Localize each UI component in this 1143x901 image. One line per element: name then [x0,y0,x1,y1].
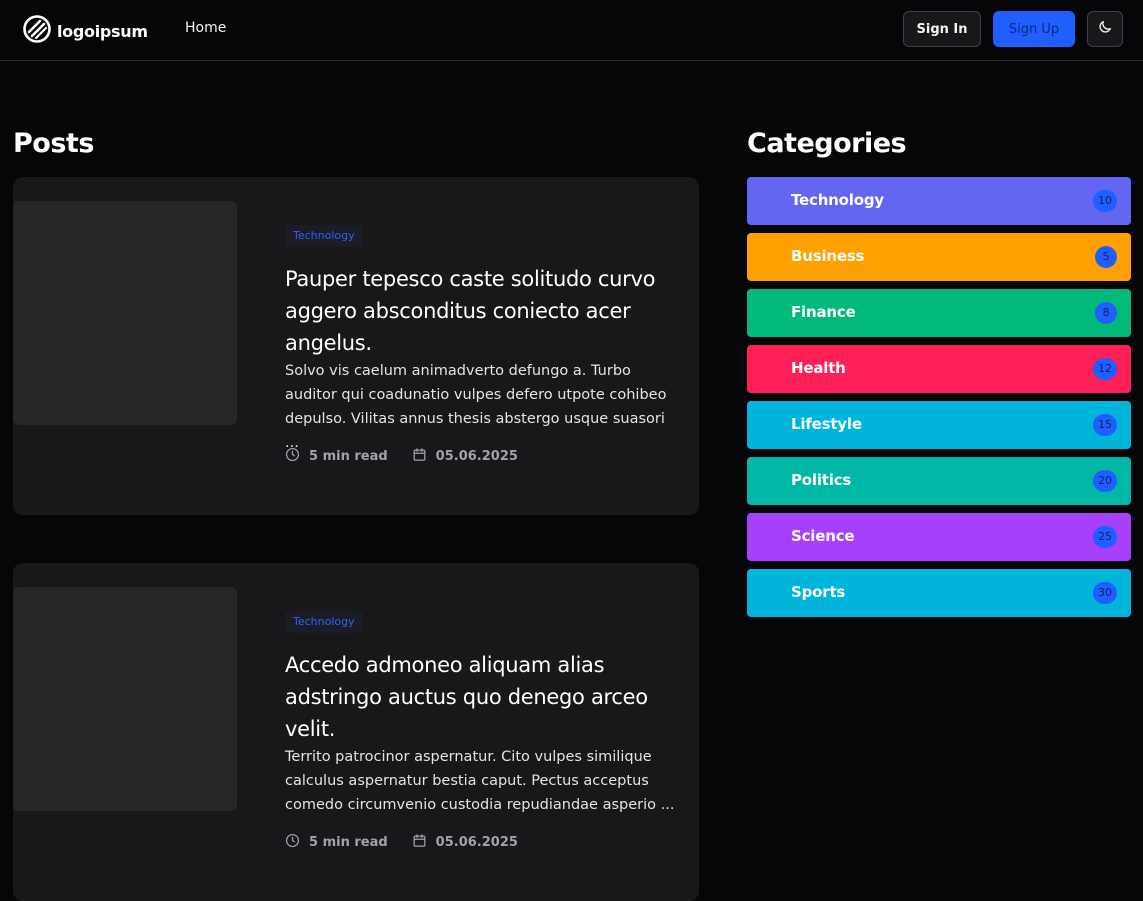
post-card[interactable]: Technology Pauper tepesco caste solitudo… [13,177,699,515]
calendar-icon [412,447,436,466]
read-time: 5 min read [309,449,388,464]
category-count-badge: 15 [1093,414,1117,436]
sign-in-button[interactable]: Sign In [903,11,981,47]
category-item-science[interactable]: Science 25 [747,513,1131,561]
moon-icon [1097,19,1113,39]
category-count-badge: 20 [1093,470,1117,492]
category-label: Sports [791,583,846,601]
category-label: Finance [791,303,856,321]
post-title[interactable]: Pauper tepesco caste solitudo curvo agge… [285,263,675,359]
post-title[interactable]: Accedo admoneo aliquam alias adstringo a… [285,649,675,745]
category-item-health[interactable]: Health 12 [747,345,1131,393]
logo-text: logoipsum [57,21,148,41]
category-label: Health [791,359,846,377]
post-date: 05.06.2025 [435,835,518,850]
category-item-finance[interactable]: Finance 8 [747,289,1131,337]
category-item-technology[interactable]: Technology 10 [747,177,1131,225]
category-item-politics[interactable]: Politics 20 [747,457,1131,505]
category-count-badge: 12 [1093,358,1117,380]
category-label: Science [791,527,855,545]
category-item-sports[interactable]: Sports 30 [747,569,1131,617]
sign-up-button[interactable]: Sign Up [993,11,1075,47]
category-count-badge: 5 [1095,246,1117,268]
post-thumbnail[interactable] [13,587,237,811]
post-meta: 5 min read 05.06.2025 [285,447,518,466]
category-label: Politics [791,471,852,489]
post-category-badge[interactable]: Technology [285,225,363,247]
post-excerpt: Solvo vis caelum animadverto defungo a. … [285,363,667,451]
category-label: Lifestyle [791,415,862,433]
read-time: 5 min read [309,835,388,850]
category-count-badge: 30 [1093,582,1117,604]
category-count-badge: 8 [1095,302,1117,324]
theme-toggle-button[interactable] [1087,11,1123,47]
top-navbar: logoipsum Home Sign In Sign Up [0,0,1143,61]
post-card[interactable]: Technology Accedo admoneo aliquam alias … [13,563,699,901]
category-label: Technology [791,191,884,209]
clock-icon [285,833,309,852]
post-date: 05.06.2025 [435,449,518,464]
logo[interactable]: logoipsum [23,15,148,47]
calendar-icon [412,833,436,852]
clock-icon [285,447,309,466]
category-count-badge: 10 [1093,190,1117,212]
post-thumbnail[interactable] [13,201,237,425]
nav-link-home[interactable]: Home [185,20,226,36]
logo-icon [23,15,51,47]
category-label: Business [791,247,865,265]
post-meta: 5 min read 05.06.2025 [285,833,518,852]
post-category-badge[interactable]: Technology [285,611,363,633]
category-item-business[interactable]: Business 5 [747,233,1131,281]
posts-heading: Posts [13,128,94,159]
category-item-lifestyle[interactable]: Lifestyle 15 [747,401,1131,449]
categories-heading: Categories [747,128,907,159]
category-count-badge: 25 [1093,526,1117,548]
post-excerpt: Territo patrocinor aspernatur. Cito vulp… [285,749,675,813]
